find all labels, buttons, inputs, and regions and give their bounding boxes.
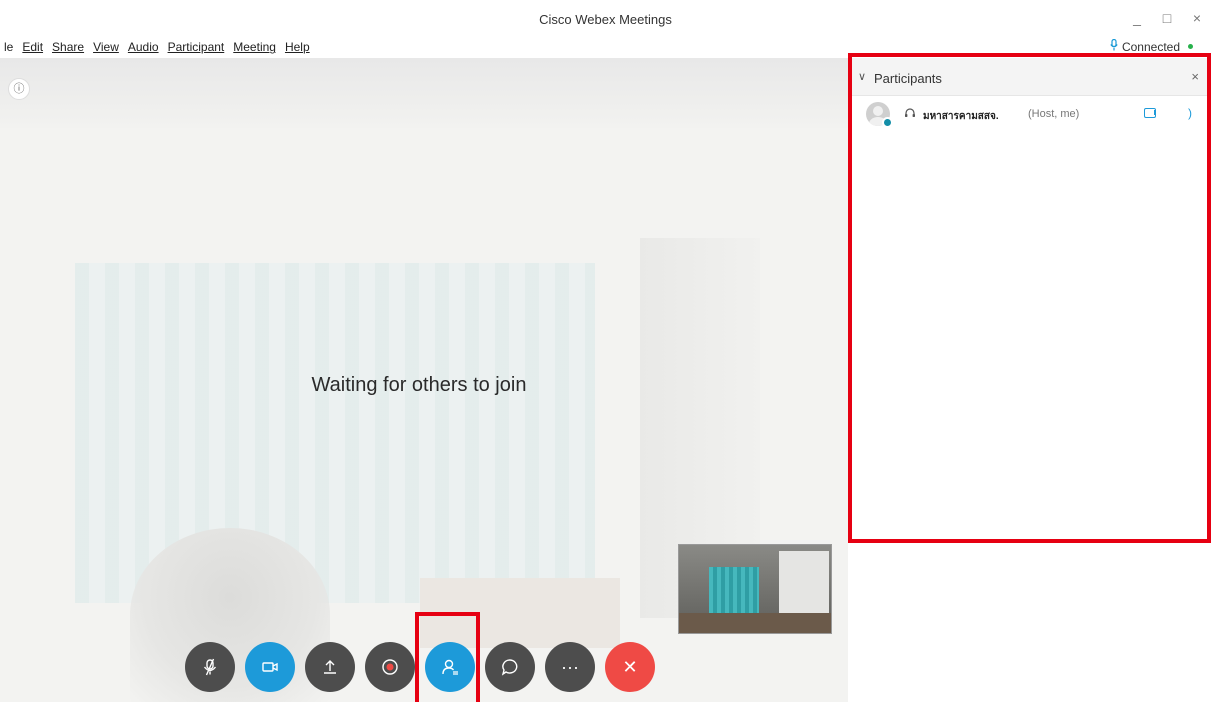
microphone-icon [1110, 38, 1118, 54]
menu-view[interactable]: View [93, 40, 119, 54]
connection-status[interactable]: Connected [1110, 38, 1193, 54]
connection-status-label: Connected [1121, 39, 1180, 54]
title-bar: Cisco Webex Meetings _ □ × [0, 0, 1211, 36]
video-button[interactable] [245, 642, 295, 692]
background-ceiling [0, 58, 848, 128]
background-window [75, 263, 595, 603]
menu-participant[interactable]: Participant [168, 40, 225, 54]
menu-share[interactable]: Share [52, 40, 84, 54]
mute-button[interactable] [185, 642, 235, 692]
menu-audio[interactable]: Audio [128, 40, 159, 54]
close-window-button[interactable]: × [1187, 8, 1207, 28]
record-button[interactable] [365, 642, 415, 692]
highlight-box-participants-button [415, 612, 480, 702]
minimize-button[interactable]: _ [1127, 8, 1147, 28]
mic-muted-icon [203, 658, 217, 676]
maximize-button[interactable]: □ [1157, 8, 1177, 28]
record-icon [382, 659, 398, 675]
more-options-icon: ··· [561, 656, 579, 677]
self-view-desk [679, 613, 831, 633]
menu-items: le Edit Share View Audio Participant Mee… [0, 40, 310, 54]
highlight-box-participants-panel [848, 53, 1211, 543]
leave-meeting-button[interactable]: ✕ [605, 642, 655, 692]
window-title: Cisco Webex Meetings [539, 12, 672, 27]
self-video-preview[interactable] [678, 544, 832, 634]
menu-file[interactable]: le [4, 40, 13, 54]
chat-button[interactable] [485, 642, 535, 692]
connection-dot-icon [1188, 44, 1193, 49]
menu-edit[interactable]: Edit [22, 40, 43, 54]
share-button[interactable] [305, 642, 355, 692]
menu-meeting[interactable]: Meeting [233, 40, 276, 54]
menu-help[interactable]: Help [285, 40, 310, 54]
share-upload-icon [324, 660, 336, 674]
video-camera-icon [262, 662, 278, 672]
waiting-message: Waiting for others to join [311, 374, 527, 396]
leave-meeting-icon: ✕ [622, 656, 638, 677]
meeting-info-button[interactable]: ⓘ [8, 78, 30, 100]
webex-meeting-window: Cisco Webex Meetings _ □ × le Edit Share… [0, 0, 1211, 702]
self-view-curtain [709, 567, 759, 617]
more-options-button[interactable]: ··· [545, 642, 595, 692]
chat-bubble-icon [501, 659, 518, 676]
